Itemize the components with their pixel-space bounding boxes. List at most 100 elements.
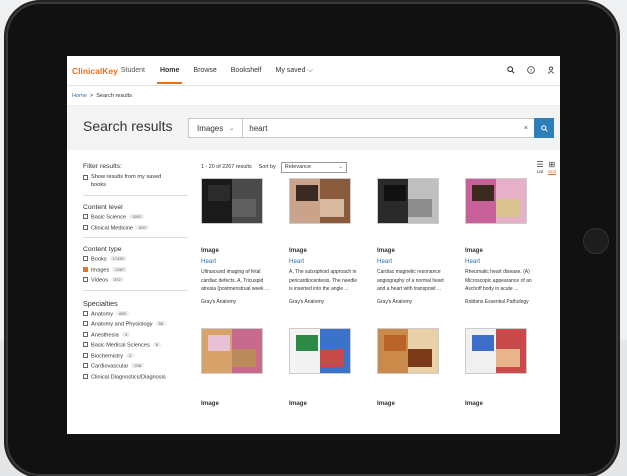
filter-title: Filter results: (83, 163, 122, 170)
search-bar: Images ⌄ heart × (188, 118, 554, 138)
brand-logo[interactable]: ClinicalKey (72, 66, 118, 76)
result-card[interactable]: Image Heart Ultrasound imaging of fetal car… (201, 178, 281, 318)
checkbox[interactable] (83, 256, 88, 261)
specialty-filter[interactable]: Anesthesia 3 (83, 331, 188, 338)
result-title-link[interactable]: Heart (465, 258, 480, 265)
search-submit-button[interactable] (534, 118, 554, 138)
specialty-filter[interactable]: Basic Medical Sciences 8 (83, 342, 188, 349)
checkbox[interactable] (83, 224, 88, 230)
search-input[interactable]: heart (243, 124, 524, 133)
result-count-badge: 238 (131, 363, 144, 368)
content-type-filter[interactable]: Images 2267 (83, 266, 188, 273)
show-my-books-filter[interactable]: Show results from my saved books (83, 173, 188, 189)
specialty-filter[interactable]: Cardiovascular 238 (83, 363, 188, 370)
result-count-badge: 2267 (112, 266, 128, 272)
result-card[interactable]: Image (465, 328, 545, 434)
result-type: Image (289, 247, 307, 254)
results-area: 1 - 20 of 2267 results Sort by Relevance… (201, 159, 556, 407)
checkbox[interactable] (83, 363, 88, 368)
help-icon[interactable]: ? (527, 65, 535, 76)
result-thumbnail[interactable] (289, 328, 351, 374)
result-thumbnail[interactable] (377, 328, 439, 374)
chevron-down-icon: ⌄ (338, 164, 343, 170)
search-icon[interactable] (507, 65, 515, 76)
content-level-filter-label: Basic Science (91, 214, 127, 221)
result-card[interactable]: Image (289, 328, 369, 434)
result-source: Gray's Anatomy (289, 299, 325, 305)
grid-view-button[interactable]: ⊞ Grid (548, 159, 556, 174)
checkbox[interactable] (83, 342, 88, 347)
specialties-heading: Specialties (83, 298, 118, 308)
content-type-filter-label: Books (91, 256, 107, 263)
result-title-link[interactable]: Heart (201, 258, 216, 265)
result-title-link[interactable]: Heart (289, 258, 304, 265)
content-level-filter[interactable]: Basic Science 1591 (83, 214, 188, 221)
thumbnail-tile (208, 185, 230, 201)
app-screen: ClinicalKey Student Home Browse Bookshel… (67, 56, 560, 434)
content-type-filter-label: Videos (91, 277, 109, 284)
checkbox[interactable] (83, 373, 88, 379)
list-view-button[interactable]: ☰ List (536, 160, 544, 174)
checkbox[interactable] (83, 310, 88, 316)
result-card[interactable]: Image Heart Rheumatic heart disease. (A) Mi… (465, 178, 545, 318)
nav-browse[interactable]: Browse (193, 67, 216, 74)
search-icon (540, 124, 548, 132)
breadcrumb-current: Search results (96, 92, 132, 99)
list-view-label: List (536, 168, 544, 174)
thumbnail-tile (296, 185, 318, 201)
user-icon[interactable] (547, 66, 555, 76)
checkbox[interactable] (83, 352, 88, 358)
content-level-heading: Content level (83, 204, 123, 211)
result-count-badge: 17430 (109, 256, 127, 261)
result-thumbnail[interactable] (465, 178, 527, 224)
result-description-line: angiography of a normal heart (377, 277, 444, 284)
breadcrumb-separator: > (89, 92, 94, 99)
result-description-line: Rheumatic heart disease. (A) (465, 269, 530, 275)
result-thumbnail[interactable] (289, 178, 351, 224)
content-type-filter[interactable]: Books 17430 (83, 256, 188, 263)
content-type-filter[interactable]: Videos 372 (83, 277, 188, 284)
nav-home[interactable]: Home (156, 67, 183, 84)
specialty-filter[interactable]: Anatomy and Physiology 58 (83, 321, 188, 328)
result-description-line: pericardiocentesis. The needle (289, 277, 358, 284)
breadcrumb-home[interactable]: Home (72, 93, 87, 99)
specialty-filter[interactable]: Clinical Diagnostics/Diagnosis (83, 373, 188, 380)
content-level-filter[interactable]: Clinical Medicine 629 (83, 224, 188, 231)
result-title-link[interactable]: Heart (377, 258, 392, 265)
result-thumbnail[interactable] (377, 178, 439, 224)
checkbox[interactable] (83, 174, 88, 180)
result-card[interactable]: Image Heart Cardiac magnetic resonance angi… (377, 178, 457, 318)
divider (83, 195, 188, 196)
result-type: Image (465, 400, 483, 407)
result-card[interactable]: Image Heart A, The subxiphoid approach in p… (289, 178, 369, 318)
specialty-filter-label: Biochemistry (91, 353, 124, 359)
results-summary: 1 - 20 of 2267 results (201, 164, 252, 170)
nav-bookshelf[interactable]: Bookshelf (231, 67, 262, 74)
checkbox[interactable] (83, 331, 88, 337)
result-description-line: atresia (postmenstrual week ... (201, 286, 270, 293)
result-thumbnail[interactable] (465, 328, 527, 374)
result-type: Image (377, 247, 395, 254)
result-source: Gray's Anatomy (201, 299, 237, 305)
thumbnail-tile (232, 199, 256, 217)
thumbnail-tile (320, 349, 344, 367)
result-thumbnail[interactable] (201, 328, 263, 374)
checkbox[interactable] (83, 277, 88, 282)
clear-search-button[interactable]: × (524, 125, 528, 132)
result-description-line: Ultrasound imaging of fetal (201, 269, 261, 275)
specialty-filter[interactable]: Anatomy 635 (83, 310, 188, 317)
sort-select[interactable]: Relevance ⌄ (280, 161, 347, 173)
checkbox[interactable] (83, 266, 88, 272)
specialty-filter[interactable]: Biochemistry 2 (83, 352, 188, 359)
result-type: Image (201, 400, 219, 407)
grid-icon: ⊞ (548, 159, 556, 169)
result-card[interactable]: Image (201, 328, 281, 434)
thumbnail-tile (320, 199, 344, 217)
checkbox[interactable] (83, 321, 88, 326)
result-card[interactable]: Image (377, 328, 457, 434)
result-thumbnail[interactable] (201, 178, 263, 224)
search-type-dropdown[interactable]: Images ⌄ (189, 119, 244, 137)
checkbox[interactable] (83, 214, 88, 219)
nav-my-saved[interactable]: My saved ⌵ (276, 67, 313, 75)
brand-subtitle: Student (120, 67, 145, 74)
